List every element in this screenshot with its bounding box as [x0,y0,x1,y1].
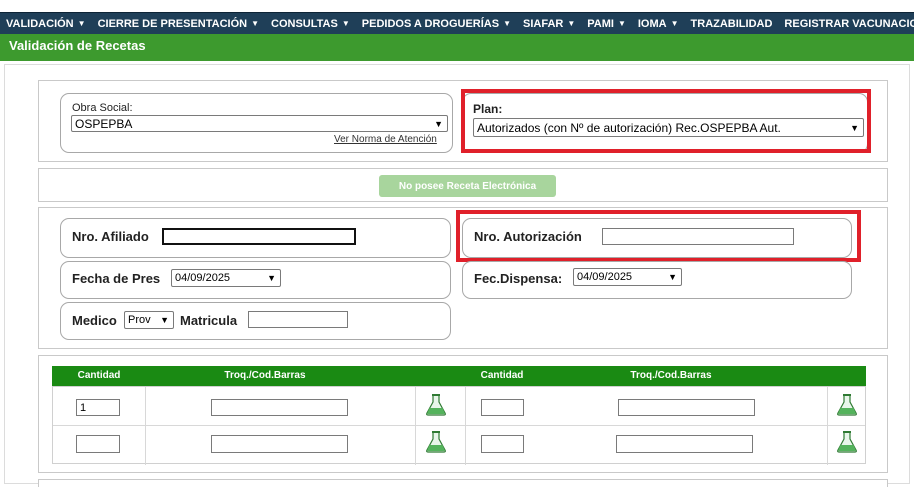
chevron-down-icon: ▼ [434,118,443,129]
norma-atencion-link[interactable]: Ver Norma de Atención [334,134,437,145]
title-bar: Validación de Recetas [0,34,914,61]
cantidad-input[interactable]: 1 [76,399,120,416]
afiliado-label: Nro. Afiliado [72,229,149,244]
chevron-down-icon: ▼ [251,19,260,28]
nav-item-label: PEDIDOS A DROGUERÍAS [361,17,500,30]
nav-item-consultas[interactable]: CONSULTAS ▼ [271,18,350,30]
col-header-cantidad: Cantidad [77,370,121,381]
nav-item-label: SIAFAR [523,17,564,30]
fec-dispensa-select[interactable]: 04/09/2025 ▼ [573,268,682,286]
nav-item-trazabilidad[interactable]: TRAZABILIDAD [691,18,773,30]
troquel-input[interactable] [211,399,348,416]
column-divider [465,387,466,465]
obra-social-value: OSPEPBA [75,116,133,131]
cantidad-input[interactable] [481,435,524,453]
flask-icon[interactable] [836,430,858,454]
chevron-down-icon: ▼ [670,19,679,28]
chevron-down-icon: ▼ [77,19,86,28]
nav-item-pami[interactable]: PAMI ▼ [587,18,626,30]
flask-icon[interactable] [836,393,858,417]
chevron-down-icon: ▼ [503,19,511,28]
col-header-cantidad: Cantidad [480,370,524,381]
nav-item-label: IOMA [637,17,667,30]
nav-item-label: VALIDACIÓN [6,17,74,30]
next-section-panel [38,479,888,487]
fecha-pres-value: 04/09/2025 [175,272,231,284]
plan-highlight [461,89,871,153]
medico-type-value: Prov [128,314,151,326]
flask-icon[interactable] [425,393,447,417]
obra-social-select[interactable]: OSPEPBA ▼ [71,115,448,132]
flask-icon[interactable] [425,430,447,454]
medico-type-select[interactable]: Prov ▼ [124,311,174,329]
matricula-label: Matricula [180,313,238,328]
nav-item-label: REGISTRAR VACUNACION [784,17,914,30]
troquel-input[interactable] [616,435,753,453]
nav-item-label: CONSULTAS [271,17,338,30]
medico-label: Medico [72,313,117,328]
top-nav: VALIDACIÓN ▼ CIERRE DE PRESENTACIÓN ▼ CONS… [0,12,914,34]
column-divider [145,387,146,465]
chevron-down-icon: ▼ [668,272,677,282]
page-title: Validación de Recetas [9,38,146,53]
obra-social-label: Obra Social: [72,102,133,114]
chevron-down-icon: ▼ [617,19,626,28]
matricula-input[interactable] [248,311,348,328]
products-table-header: Cantidad Troq./Cod.Barras Cantidad Troq.… [52,366,866,386]
nav-item-pedidos[interactable]: PEDIDOS A DROGUERÍAS ▼ [362,18,511,30]
col-header-troquel: Troq./Cod.Barras [224,370,306,381]
fecha-pres-label: Fecha de Pres [72,271,161,286]
autorizacion-highlight [456,210,861,262]
nav-item-cierre[interactable]: CIERRE DE PRESENTACIÓN ▼ [98,18,259,30]
nav-item-validacion[interactable]: VALIDACIÓN ▼ [6,18,86,30]
fec-dispensa-value: 04/09/2025 [577,271,633,283]
cantidad-input[interactable] [76,435,120,453]
troquel-input[interactable] [211,435,348,453]
chevron-down-icon: ▼ [567,19,576,28]
afiliado-input[interactable] [162,228,356,245]
row-divider [53,425,865,426]
fec-dispensa-label: Fec.Dispensa: [474,271,563,286]
nav-item-registrar-vacunacion[interactable]: REGISTRAR VACUNACION [784,18,914,30]
cantidad-input[interactable] [481,399,524,416]
col-header-troquel: Troq./Cod.Barras [630,370,712,381]
chevron-down-icon: ▼ [160,315,169,325]
fecha-pres-select[interactable]: 04/09/2025 ▼ [171,269,281,287]
nav-item-label: TRAZABILIDAD [690,17,773,30]
no-receta-electronica-button[interactable]: No posee Receta Electrónica [379,175,556,197]
chevron-down-icon: ▼ [341,19,350,28]
nav-item-siafar[interactable]: SIAFAR ▼ [523,18,575,30]
column-divider [415,387,416,465]
nav-item-ioma[interactable]: IOMA ▼ [638,18,679,30]
troquel-input[interactable] [618,399,755,416]
chevron-down-icon: ▼ [267,273,276,283]
nav-item-label: CIERRE DE PRESENTACIÓN [97,17,248,30]
nav-item-label: PAMI [587,17,614,30]
column-divider [827,387,828,465]
